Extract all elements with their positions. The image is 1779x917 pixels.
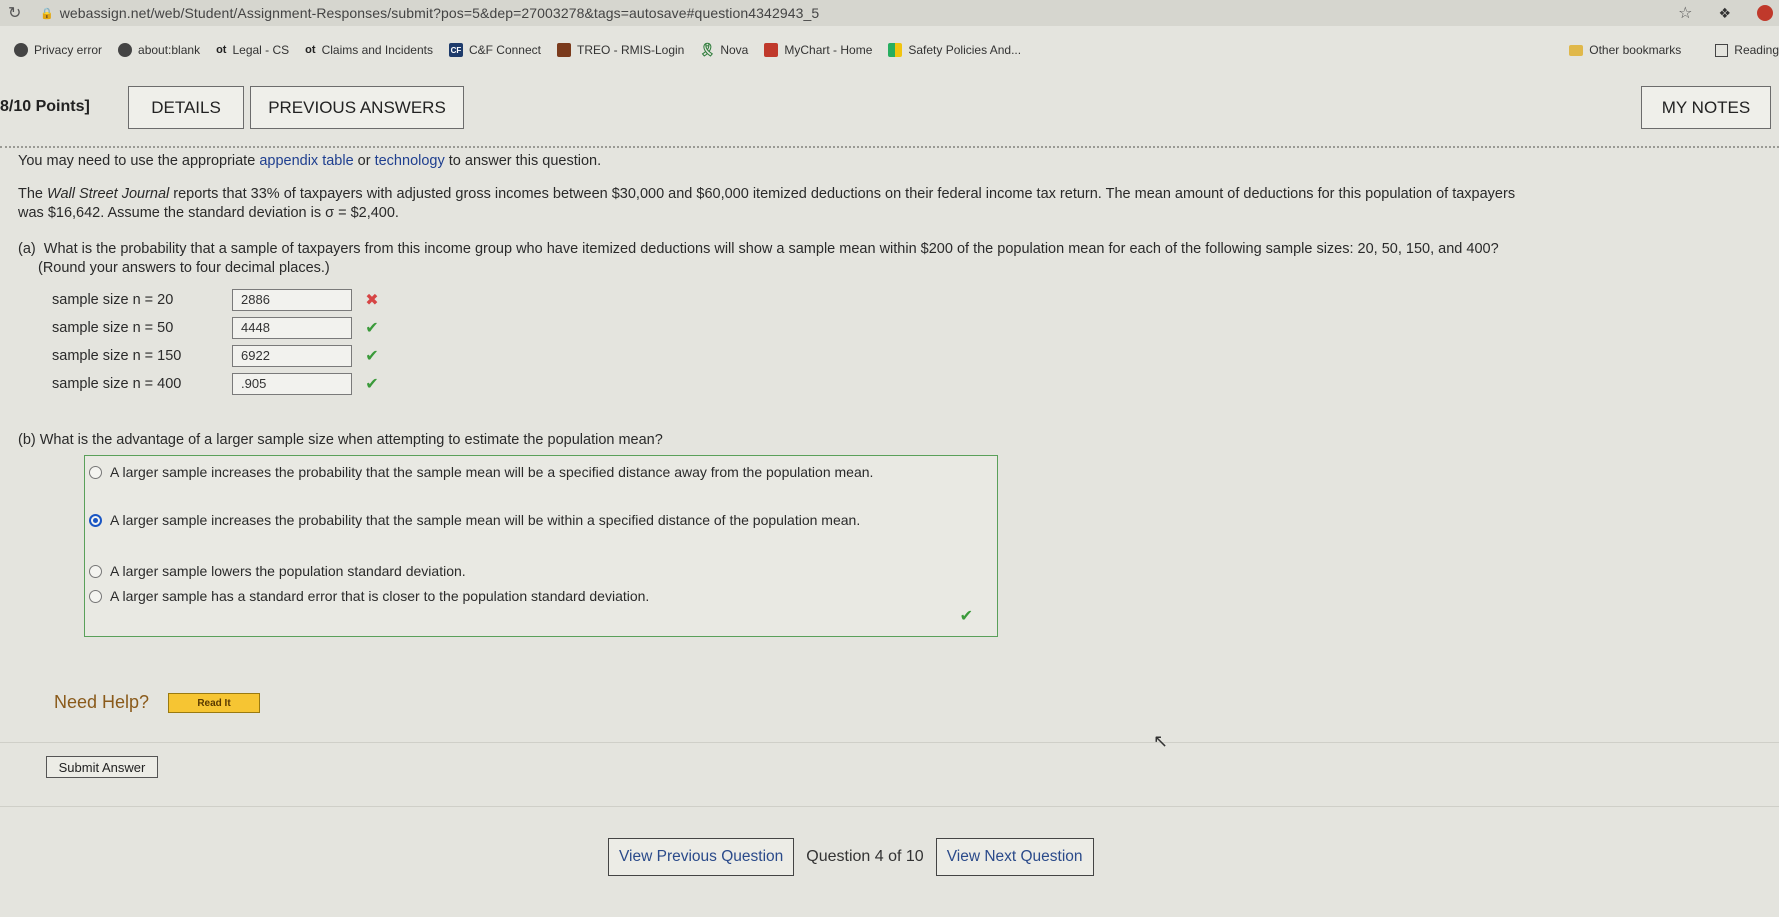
answer-input-n20[interactable]: 2886	[232, 289, 352, 311]
sample-size-label: sample size n = 20	[52, 292, 174, 308]
choice-2[interactable]: A larger sample increases the probabilit…	[89, 510, 969, 531]
bookmark-mychart[interactable]: MyChart - Home	[764, 43, 872, 57]
bookmark-about-blank[interactable]: about:blank	[118, 43, 200, 57]
question-counter: Question 4 of 10	[806, 848, 924, 865]
url-text[interactable]: webassign.net/web/Student/Assignment-Res…	[60, 5, 820, 21]
sample-size-label: sample size n = 150	[52, 348, 182, 364]
other-bookmarks[interactable]: Other bookmarks	[1569, 43, 1681, 57]
technology-link[interactable]: technology	[375, 153, 445, 169]
globe-icon	[118, 43, 133, 57]
choice-3[interactable]: A larger sample lowers the population st…	[89, 561, 969, 582]
question-statement: The Wall Street Journal reports that 33%…	[18, 186, 1516, 221]
reading-list[interactable]: Reading	[1715, 43, 1779, 57]
choice-group: A larger sample increases the probabilit…	[84, 455, 998, 637]
reload-icon[interactable]: ↻	[8, 3, 30, 23]
globe-icon	[14, 43, 28, 57]
part-a-label: (a)	[18, 241, 36, 257]
question-header: 8/10 Points] DETAILS PREVIOUS ANSWERS MY…	[0, 84, 1779, 132]
part-a: (a) What is the probability that a sampl…	[18, 240, 1763, 278]
profile-avatar[interactable]	[1757, 5, 1773, 21]
check-icon: ✔	[365, 320, 379, 337]
need-help-label: Need Help?	[54, 692, 150, 712]
ot-logo-icon: ot	[305, 44, 316, 56]
safety-logo-icon	[888, 43, 903, 57]
submit-answer-button[interactable]: Submit Answer	[46, 756, 158, 778]
lock-icon: 🔒	[40, 7, 54, 20]
answer-row-n50: sample size n = 50 4448 ✔	[52, 316, 384, 340]
journal-title: Wall Street Journal	[47, 186, 170, 202]
part-a-question: What is the probability that a sample of…	[43, 241, 1499, 257]
mouse-cursor-icon: ↖	[1153, 731, 1169, 751]
bookmark-treo[interactable]: TREO - RMIS-Login	[556, 43, 684, 57]
radio-button[interactable]	[89, 565, 102, 578]
address-bar[interactable]: ↻ 🔒 webassign.net/web/Student/Assignment…	[0, 0, 1779, 26]
bookmark-nova[interactable]: 🎗 Nova	[699, 42, 748, 57]
answer-input-n400[interactable]: .905	[232, 373, 352, 395]
round-instruction: (Round your answers to four decimal plac…	[38, 260, 330, 276]
bookmark-legal-cs[interactable]: ot Legal - CS	[216, 43, 289, 57]
reading-list-icon	[1715, 43, 1729, 57]
answer-input-n50[interactable]: 4448	[232, 317, 352, 339]
treo-logo-icon	[556, 43, 571, 57]
divider	[0, 806, 1779, 807]
points-label: 8/10 Points]	[0, 98, 90, 115]
answer-row-n20: sample size n = 20 2886 ✖	[52, 288, 384, 312]
part-b-question: (b) What is the advantage of a larger sa…	[18, 432, 663, 448]
read-it-button[interactable]: Read It	[168, 693, 260, 713]
bookmark-safety[interactable]: Safety Policies And...	[888, 43, 1021, 57]
answer-row-n400: sample size n = 400 .905 ✔	[52, 372, 384, 396]
bookmarks-bar: Privacy error about:blank ot Legal - CS o…	[0, 38, 1779, 62]
answer-row-n150: sample size n = 150 6922 ✔	[52, 344, 384, 368]
check-icon: ✔	[365, 348, 379, 365]
divider	[0, 742, 1779, 743]
radio-button[interactable]	[89, 590, 102, 603]
radio-button[interactable]	[89, 466, 102, 479]
answer-input-n150[interactable]: 6922	[232, 345, 352, 367]
ot-logo-icon: ot	[216, 44, 227, 56]
bookmark-cf-connect[interactable]: CF C&F Connect	[448, 43, 541, 57]
previous-answers-button[interactable]: PREVIOUS ANSWERS	[250, 86, 464, 129]
bookmark-star-icon[interactable]: ☆	[1678, 3, 1692, 23]
check-icon: ✔	[959, 608, 973, 625]
wrong-icon: ✖	[365, 292, 379, 309]
ribbon-icon: 🎗	[699, 42, 716, 57]
extensions-icon[interactable]: ❖	[1718, 5, 1731, 22]
choice-4[interactable]: A larger sample has a standard error tha…	[89, 586, 969, 607]
divider	[0, 146, 1779, 148]
view-previous-question-button[interactable]: View Previous Question	[608, 838, 795, 876]
mychart-icon	[764, 43, 779, 57]
cf-logo-icon: CF	[448, 43, 463, 57]
folder-icon	[1569, 44, 1584, 56]
check-icon: ✔	[365, 376, 379, 393]
technology-note: You may need to use the appropriate appe…	[18, 153, 602, 169]
appendix-table-link[interactable]: appendix table	[259, 153, 353, 169]
radio-button-selected[interactable]	[89, 514, 102, 527]
sample-size-label: sample size n = 400	[52, 376, 182, 392]
sample-size-label: sample size n = 50	[52, 320, 174, 336]
choice-1[interactable]: A larger sample increases the probabilit…	[89, 462, 969, 483]
bookmark-claims[interactable]: ot Claims and Incidents	[305, 43, 433, 57]
question-navigation: View Previous Question Question 4 of 10 …	[608, 837, 1094, 877]
view-next-question-button[interactable]: View Next Question	[935, 838, 1094, 876]
my-notes-button[interactable]: MY NOTES	[1641, 86, 1771, 129]
bookmark-privacy-error[interactable]: Privacy error	[14, 43, 102, 57]
details-button[interactable]: DETAILS	[128, 86, 244, 129]
